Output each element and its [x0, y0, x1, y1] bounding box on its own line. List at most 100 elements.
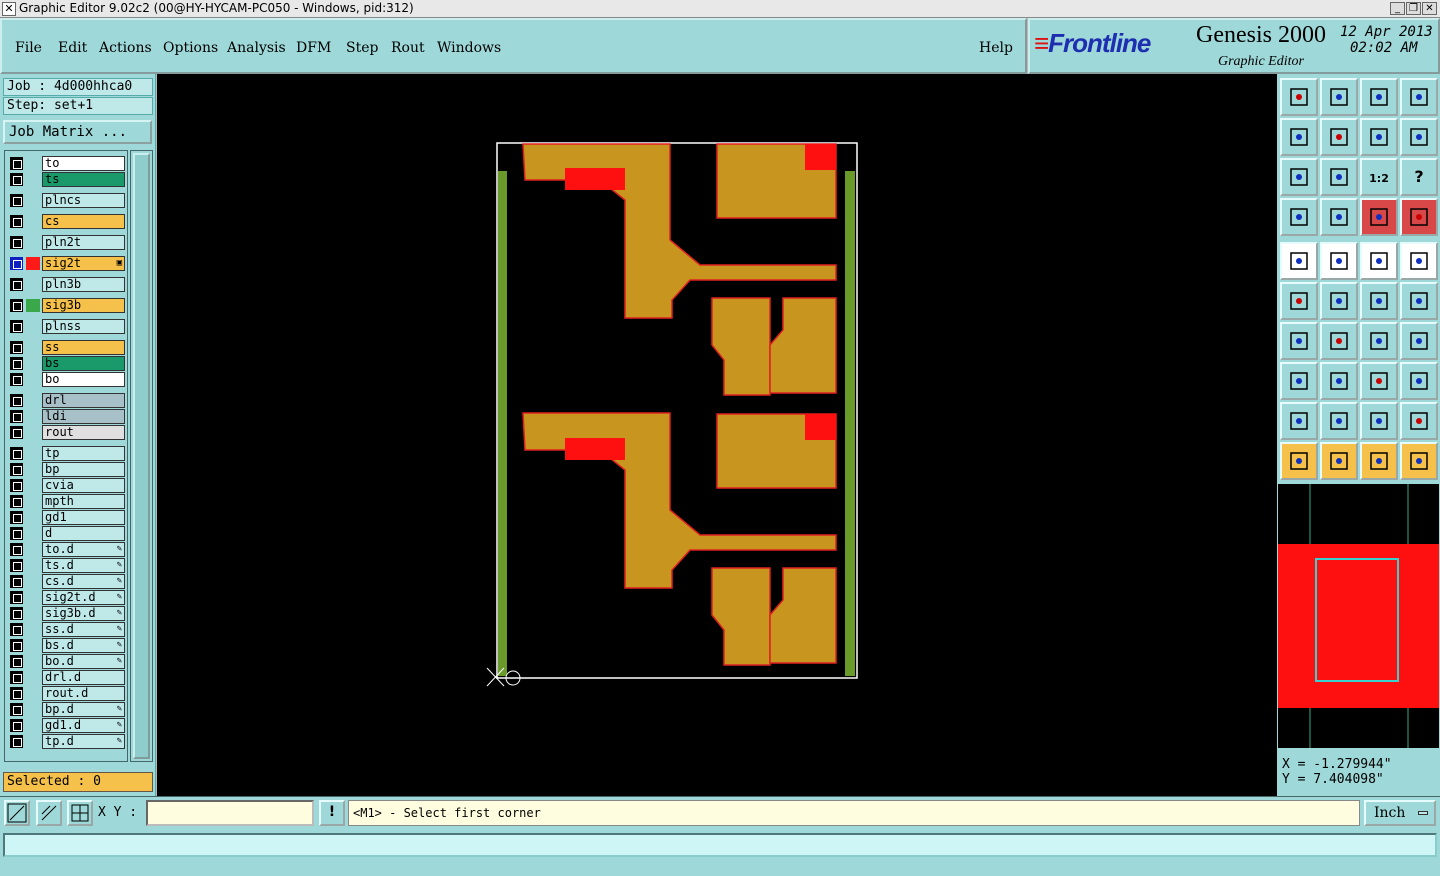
- layer-checkbox[interactable]: [10, 591, 23, 604]
- triangle-button[interactable]: [1280, 402, 1318, 440]
- layer-checkbox[interactable]: [10, 173, 23, 186]
- window-split-button[interactable]: [1400, 78, 1438, 116]
- layer-name[interactable]: ts: [42, 172, 125, 187]
- layer-name[interactable]: bs: [42, 356, 125, 371]
- job-matrix-button[interactable]: Job Matrix ...: [3, 120, 152, 144]
- fit-page-button[interactable]: [1280, 158, 1318, 196]
- scrollbar-thumb[interactable]: [133, 153, 150, 759]
- layer-checkbox[interactable]: [10, 671, 23, 684]
- layer-name[interactable]: pln2t: [42, 235, 125, 250]
- layer-name[interactable]: ss.d ✎: [42, 622, 125, 637]
- layer-checkbox[interactable]: [10, 543, 23, 556]
- layer-checkbox[interactable]: [10, 703, 23, 716]
- layer-name[interactable]: plnss: [42, 319, 125, 334]
- menu-edit[interactable]: Edit: [58, 40, 87, 56]
- layer-checkbox[interactable]: [10, 410, 23, 423]
- move-node-button[interactable]: [1400, 282, 1438, 320]
- layer-name[interactable]: drl.d: [42, 670, 125, 685]
- net-select-button[interactable]: [1400, 198, 1438, 236]
- layer-name[interactable]: to: [42, 156, 125, 171]
- pointer-button[interactable]: [1280, 442, 1318, 480]
- horizontal-line-button[interactable]: [1320, 362, 1358, 400]
- snake-button[interactable]: [1400, 118, 1438, 156]
- layer-name[interactable]: cs.d ✎: [42, 574, 125, 589]
- minimize-button[interactable]: _: [1390, 2, 1405, 15]
- layer-name[interactable]: ts.d ✎: [42, 558, 125, 573]
- pad-move-button[interactable]: [1280, 362, 1318, 400]
- layer-name[interactable]: bo: [42, 372, 125, 387]
- menu-dfm[interactable]: DFM: [296, 40, 331, 56]
- layer-name[interactable]: bs.d ✎: [42, 638, 125, 653]
- layer-checkbox[interactable]: [10, 426, 23, 439]
- layer-checkbox[interactable]: [10, 719, 23, 732]
- menu-file[interactable]: File: [15, 40, 42, 56]
- undo-zoom-button[interactable]: [1360, 118, 1398, 156]
- layer-checkbox[interactable]: [10, 559, 23, 572]
- one-to-two-button[interactable]: 1:2: [1360, 158, 1398, 196]
- layer-name[interactable]: sig2t.d ✎: [42, 590, 125, 605]
- layer-name[interactable]: bp: [42, 462, 125, 477]
- net-highlight-button[interactable]: [1360, 198, 1398, 236]
- layer-name[interactable]: ss: [42, 340, 125, 355]
- layer-color-swatch[interactable]: [26, 257, 40, 270]
- layer-name[interactable]: d: [42, 526, 125, 541]
- fill-button[interactable]: [1280, 242, 1318, 280]
- xy-input[interactable]: [146, 800, 314, 826]
- units-selector[interactable]: Inch: [1364, 800, 1436, 826]
- snap-button[interactable]: [36, 800, 62, 826]
- close-button[interactable]: ✕: [1422, 2, 1437, 15]
- graphic-canvas[interactable]: [157, 74, 1277, 796]
- layer-name[interactable]: gd1.d ✎: [42, 718, 125, 733]
- layer-checkbox[interactable]: [10, 278, 23, 291]
- layer-scrollbar[interactable]: [130, 150, 153, 762]
- menu-rout[interactable]: Rout: [391, 40, 425, 56]
- angle-button[interactable]: [1280, 322, 1318, 360]
- menu-windows[interactable]: Windows: [437, 40, 501, 56]
- layer-checkbox[interactable]: [10, 607, 23, 620]
- grid-button[interactable]: [67, 800, 93, 826]
- layer-name[interactable]: ldi: [42, 409, 125, 424]
- layer-checkbox[interactable]: [10, 735, 23, 748]
- layer-name[interactable]: bp.d ✎: [42, 702, 125, 717]
- layer-name[interactable]: cvia: [42, 478, 125, 493]
- measure-button[interactable]: [1360, 362, 1398, 400]
- layer-name[interactable]: cs: [42, 214, 125, 229]
- layer-name[interactable]: sig3b: [42, 298, 125, 313]
- navigation-view[interactable]: [1278, 484, 1439, 748]
- layer-checkbox[interactable]: [10, 257, 23, 270]
- layer-color-swatch[interactable]: [26, 299, 40, 312]
- layer-checkbox[interactable]: [10, 157, 23, 170]
- zoom-home-button[interactable]: [1280, 78, 1318, 116]
- menu-actions[interactable]: Actions: [99, 40, 152, 56]
- settings-button[interactable]: [1280, 198, 1318, 236]
- pad-button[interactable]: [1320, 198, 1358, 236]
- ruler-button[interactable]: [1360, 242, 1398, 280]
- layer-name[interactable]: mpth: [42, 494, 125, 509]
- fit-profile-button[interactable]: [1320, 158, 1358, 196]
- layer-checkbox[interactable]: [10, 373, 23, 386]
- layer-checkbox[interactable]: [10, 236, 23, 249]
- layer-checkbox[interactable]: [10, 447, 23, 460]
- layer-checkbox[interactable]: [10, 463, 23, 476]
- layer-checkbox[interactable]: [10, 357, 23, 370]
- layer-checkbox[interactable]: [10, 623, 23, 636]
- menu-options[interactable]: Options: [163, 40, 218, 56]
- layer-name[interactable]: sig3b.d ✎: [42, 606, 125, 621]
- pan-left-button[interactable]: [1280, 118, 1318, 156]
- zoom-down-button[interactable]: [1320, 78, 1358, 116]
- pan-right-button[interactable]: [1320, 118, 1358, 156]
- pcb-panel-view[interactable]: [157, 74, 1277, 796]
- pointer-box-button[interactable]: [1320, 442, 1358, 480]
- layer-name[interactable]: sig2t ▣: [42, 256, 125, 271]
- triangle-select-button[interactable]: [1320, 402, 1358, 440]
- pad-select-button[interactable]: [1400, 242, 1438, 280]
- pointer-frame-button[interactable]: [1360, 442, 1398, 480]
- layer-name[interactable]: rout.d: [42, 686, 125, 701]
- layer-checkbox[interactable]: [10, 639, 23, 652]
- arc-button[interactable]: [1360, 322, 1398, 360]
- layer-checkbox[interactable]: [10, 575, 23, 588]
- layer-checkbox[interactable]: [10, 194, 23, 207]
- layer-name[interactable]: pln3b: [42, 277, 125, 292]
- layer-checkbox[interactable]: [10, 341, 23, 354]
- layer-name[interactable]: plncs: [42, 193, 125, 208]
